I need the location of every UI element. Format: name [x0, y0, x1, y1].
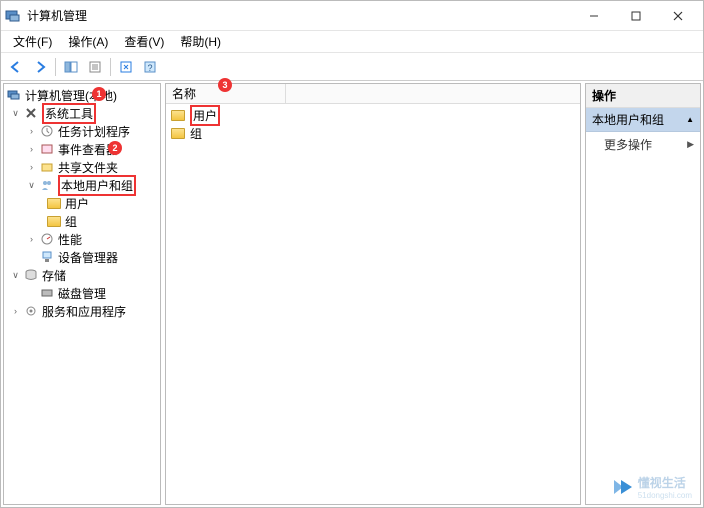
svg-text:?: ?	[147, 63, 152, 73]
menu-view[interactable]: 查看(V)	[116, 31, 172, 52]
actions-section[interactable]: 本地用户和组 ▲	[586, 108, 700, 132]
minimize-button[interactable]	[573, 2, 615, 30]
toolbar: ?	[1, 53, 703, 81]
folder-icon	[46, 213, 62, 229]
actions-section-label: 本地用户和组	[592, 111, 664, 128]
perf-icon	[39, 231, 55, 247]
folder-icon	[46, 195, 62, 211]
folder-icon	[170, 107, 186, 123]
computer-icon	[6, 87, 22, 103]
highlight-3: 用户	[190, 105, 220, 126]
expander-icon[interactable]: ›	[26, 144, 37, 155]
tree-disk-mgmt-label: 磁盘管理	[58, 285, 106, 302]
actions-more[interactable]: 更多操作 ▶	[586, 132, 700, 157]
users-icon	[39, 177, 55, 193]
list-item-label: 用户	[193, 109, 217, 123]
tree-shared-folders-label: 共享文件夹	[58, 159, 118, 176]
tree-system-tools-label: 系统工具	[45, 107, 93, 121]
spacer	[26, 252, 37, 263]
expander-icon[interactable]: ›	[10, 306, 21, 317]
tree-local-users-groups[interactable]: ∨ 本地用户和组	[4, 176, 160, 194]
share-icon	[39, 159, 55, 175]
event-icon	[39, 141, 55, 157]
properties-button[interactable]	[84, 56, 106, 78]
list-item[interactable]: 组	[166, 124, 580, 142]
expander-icon[interactable]: ∨	[26, 180, 37, 191]
list-item[interactable]: 用户	[166, 106, 580, 124]
menu-bar: 文件(F) 操作(A) 查看(V) 帮助(H)	[1, 31, 703, 53]
close-button[interactable]	[657, 2, 699, 30]
menu-file[interactable]: 文件(F)	[5, 31, 60, 52]
expander-icon[interactable]: ∨	[10, 108, 21, 119]
tree-services-apps[interactable]: › 服务和应用程序	[4, 302, 160, 320]
titlebar: 计算机管理	[1, 1, 703, 31]
folder-icon	[170, 125, 186, 141]
menu-action[interactable]: 操作(A)	[60, 31, 116, 52]
tree-performance[interactable]: › 性能	[4, 230, 160, 248]
clock-icon	[39, 123, 55, 139]
back-button[interactable]	[5, 56, 27, 78]
spacer	[26, 288, 37, 299]
tree-task-scheduler[interactable]: › 任务计划程序	[4, 122, 160, 140]
badge-3: 3	[218, 78, 232, 92]
help-button[interactable]: ?	[139, 56, 161, 78]
watermark-domain: 51dongshi.com	[638, 491, 692, 500]
actions-pane: 操作 本地用户和组 ▲ 更多操作 ▶	[585, 83, 701, 505]
services-icon	[23, 303, 39, 319]
tree-groups-label: 组	[65, 213, 77, 230]
device-icon	[39, 249, 55, 265]
expander-icon[interactable]: ›	[26, 126, 37, 137]
badge-2: 2	[108, 141, 122, 155]
tree-users-label: 用户	[65, 195, 89, 212]
tree-task-scheduler-label: 任务计划程序	[58, 123, 130, 140]
watermark: 懂视生活 51dongshi.com	[612, 474, 692, 500]
tree-performance-label: 性能	[58, 231, 82, 248]
highlight-1: 系统工具	[42, 103, 96, 124]
collapse-icon: ▲	[686, 115, 694, 124]
maximize-button[interactable]	[615, 2, 657, 30]
watermark-icon	[612, 476, 634, 498]
tree-storage-label: 存储	[42, 267, 66, 284]
nav-tree-pane: 计算机管理(本地) 1 ∨ 系统工具 › 任务计划程序 ›	[3, 83, 161, 505]
tree-event-viewer[interactable]: › 事件查看器	[4, 140, 160, 158]
watermark-text: 懂视生活	[638, 476, 686, 490]
list-item-label: 组	[190, 125, 202, 142]
refresh-button[interactable]	[115, 56, 137, 78]
app-icon	[5, 8, 21, 24]
tools-icon	[23, 105, 39, 121]
nav-tree[interactable]: 计算机管理(本地) 1 ∨ 系统工具 › 任务计划程序 ›	[4, 84, 160, 504]
tree-root[interactable]: 计算机管理(本地)	[4, 86, 160, 104]
window-title: 计算机管理	[27, 7, 573, 24]
tree-shared-folders[interactable]: › 共享文件夹	[4, 158, 160, 176]
menu-help[interactable]: 帮助(H)	[172, 31, 229, 52]
expander-icon[interactable]: ›	[26, 234, 37, 245]
tree-system-tools[interactable]: ∨ 系统工具	[4, 104, 160, 122]
highlight-2: 本地用户和组	[58, 175, 136, 196]
badge-1: 1	[92, 87, 106, 101]
tree-disk-management[interactable]: 磁盘管理	[4, 284, 160, 302]
disk-icon	[39, 285, 55, 301]
storage-icon	[23, 267, 39, 283]
expander-icon[interactable]: ›	[26, 162, 37, 173]
tree-lug-label: 本地用户和组	[61, 179, 133, 193]
tree-storage[interactable]: ∨ 存储	[4, 266, 160, 284]
chevron-right-icon: ▶	[687, 139, 694, 150]
expander-icon[interactable]: ∨	[10, 270, 21, 281]
tree-device-manager[interactable]: 设备管理器	[4, 248, 160, 266]
tree-groups[interactable]: 组	[4, 212, 160, 230]
tree-device-manager-label: 设备管理器	[58, 249, 118, 266]
forward-button[interactable]	[29, 56, 51, 78]
actions-header: 操作	[586, 84, 700, 108]
tree-services-label: 服务和应用程序	[42, 303, 126, 320]
tree-users[interactable]: 用户	[4, 194, 160, 212]
list-body[interactable]: 用户 组	[166, 104, 580, 504]
show-hide-tree-button[interactable]	[60, 56, 82, 78]
actions-more-label: 更多操作	[604, 136, 652, 153]
list-pane: 名称 3 用户 组	[165, 83, 581, 505]
